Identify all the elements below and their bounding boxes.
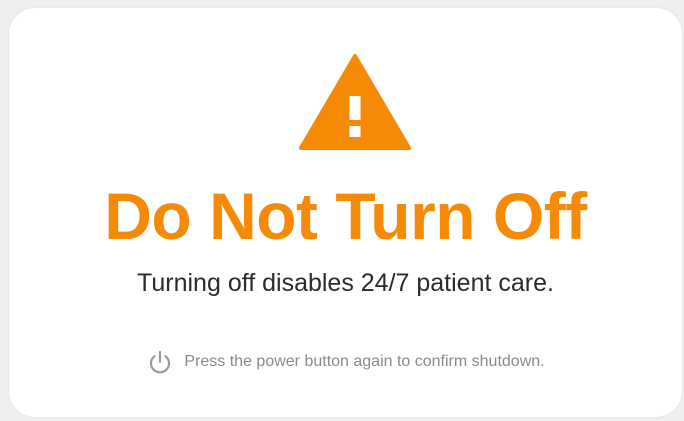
shutdown-warning-dialog: Do Not Turn Off Turning off disables 24/… <box>9 8 682 417</box>
dialog-title: Do Not Turn Off <box>104 179 587 253</box>
screen-background: Do Not Turn Off Turning off disables 24/… <box>0 0 684 421</box>
shutdown-hint: Press the power button again to confirm … <box>9 348 682 376</box>
power-icon <box>150 350 171 374</box>
warning-triangle-icon <box>299 54 411 150</box>
dialog-message: Turning off disables 24/7 patient care. <box>137 269 554 297</box>
shutdown-hint-text: Press the power button again to confirm … <box>184 353 545 370</box>
